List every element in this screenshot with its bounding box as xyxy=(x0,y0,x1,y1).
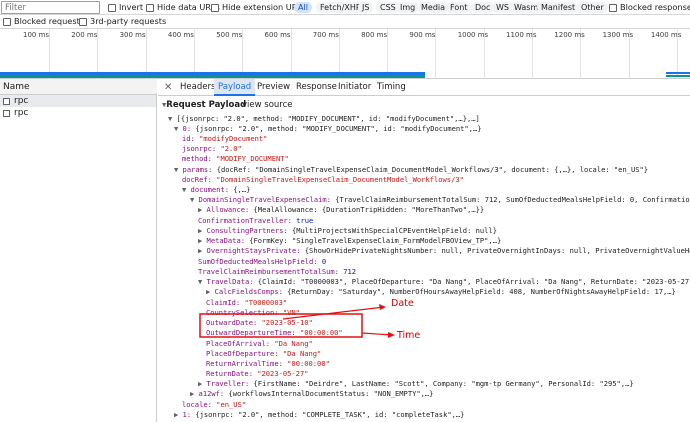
date-annotation: Date xyxy=(391,298,414,309)
annotation-overlay xyxy=(199,304,395,338)
time-arrowhead xyxy=(388,332,395,338)
time-annotation: Time xyxy=(397,330,421,341)
date-arrow xyxy=(282,306,385,320)
highlight-box xyxy=(199,313,363,338)
date-arrowhead xyxy=(379,304,386,310)
time-arrow xyxy=(361,332,393,336)
